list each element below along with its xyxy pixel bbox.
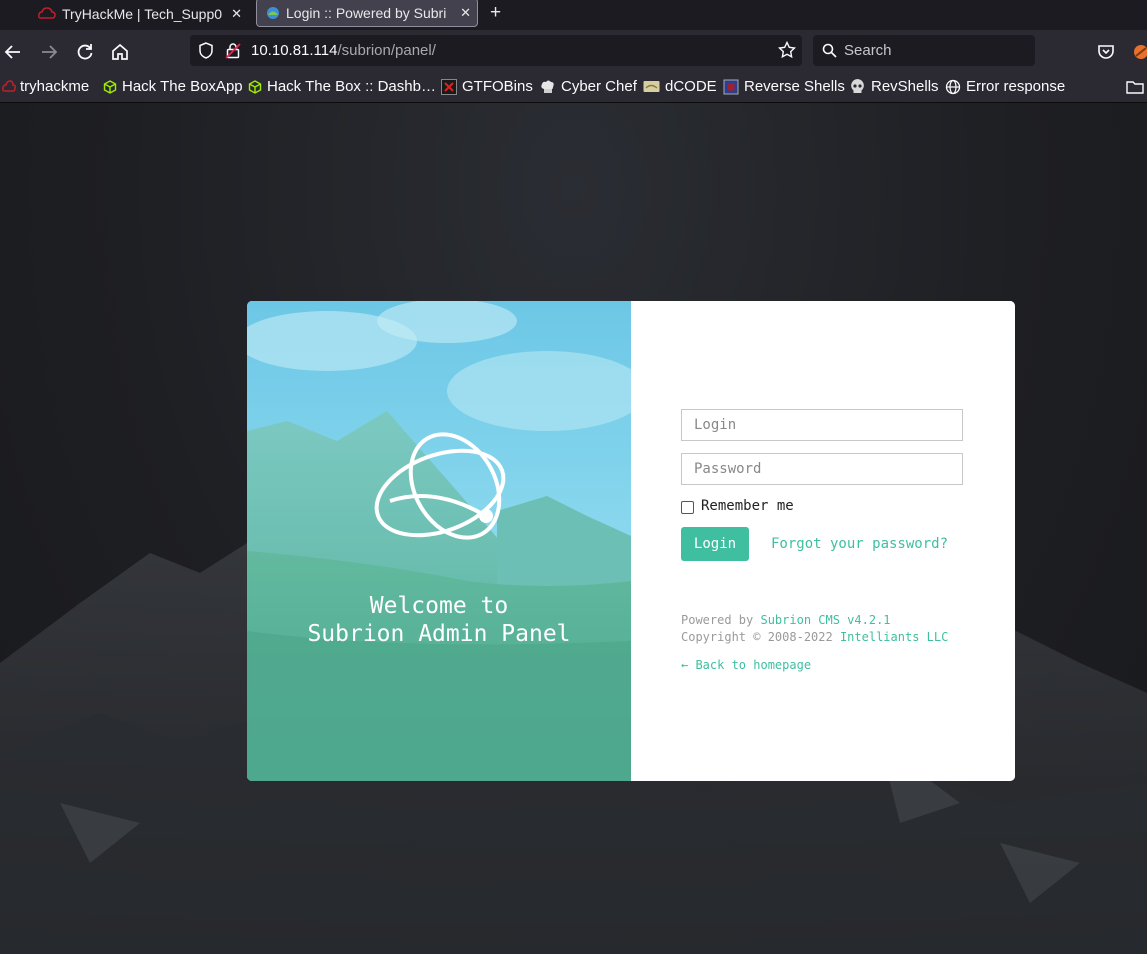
- bookmark-label: Reverse Shells: [744, 78, 845, 95]
- dcode-icon: [643, 81, 660, 92]
- reload-icon[interactable]: [75, 42, 95, 62]
- bookmark-label: Cyber Chef: [561, 78, 637, 95]
- forward-icon[interactable]: [39, 42, 59, 62]
- page-viewport: Welcome to Subrion Admin Panel Remember …: [0, 103, 1147, 954]
- bookmark-error-response[interactable]: Error response: [945, 78, 1065, 95]
- remember-me-label[interactable]: Remember me: [701, 498, 794, 514]
- copyright-text: Copyright © 2008-2022: [681, 630, 840, 644]
- other-bookmarks-folder-icon[interactable]: [1126, 79, 1144, 95]
- bookmark-star-icon[interactable]: [778, 41, 796, 59]
- url-host: 10.10.81.114: [251, 42, 338, 59]
- login-field[interactable]: [681, 409, 963, 441]
- address-bar[interactable]: 10.10.81.114/subrion/panel/: [190, 35, 802, 66]
- close-tab-icon[interactable]: ✕: [231, 6, 242, 22]
- login-form: Remember me Login Forgot your password? …: [631, 301, 1015, 781]
- bookmark-label: RevShells: [871, 78, 939, 95]
- powered-by-text: Powered by: [681, 613, 761, 627]
- bookmark-label: Error response: [966, 78, 1066, 95]
- home-icon[interactable]: [110, 42, 130, 62]
- insecure-lock-icon[interactable]: [225, 42, 241, 59]
- bookmark-reverse-shells[interactable]: Reverse Shells: [723, 78, 845, 95]
- extension-icon[interactable]: [1131, 42, 1147, 62]
- forgot-password-link[interactable]: Forgot your password?: [771, 536, 948, 552]
- bookmark-htb-app[interactable]: Hack The BoxApp: [103, 78, 243, 95]
- subrion-favicon-icon: [267, 6, 279, 19]
- bookmark-tryhackme[interactable]: tryhackme: [2, 78, 89, 95]
- tab-tryhackme[interactable]: TryHackMe | Tech_Supp0r ✕: [34, 0, 248, 28]
- login-card: Welcome to Subrion Admin Panel Remember …: [247, 301, 1015, 781]
- login-button[interactable]: Login: [681, 527, 749, 561]
- gtfobins-icon: [441, 78, 457, 95]
- welcome-hero-panel: Welcome to Subrion Admin Panel: [247, 301, 631, 781]
- welcome-heading-line2: Subrion Admin Panel: [307, 621, 571, 647]
- shell-icon: [723, 79, 739, 94]
- bookmark-revshells[interactable]: RevShells: [849, 78, 939, 95]
- tryhackme-icon: [2, 79, 16, 92]
- bookmark-label: dCODE: [665, 78, 717, 95]
- search-placeholder: Search: [844, 42, 892, 59]
- htb-cube-icon: [248, 79, 262, 94]
- remember-me-checkbox[interactable]: [681, 501, 694, 514]
- bookmark-cyberchef[interactable]: Cyber Chef: [540, 78, 637, 95]
- new-tab-button[interactable]: +: [490, 2, 501, 24]
- skull-icon: [851, 79, 864, 93]
- tryhackme-icon: [38, 7, 56, 19]
- copyright-line: Copyright © 2008-2022 Intelliants LLC: [681, 630, 948, 644]
- bookmark-label: tryhackme: [20, 78, 90, 95]
- bookmark-label: Hack The Box :: Dashb…: [267, 78, 436, 95]
- bookmark-dcode[interactable]: dCODE: [643, 78, 717, 95]
- url-path: /subrion/panel/: [337, 42, 436, 59]
- chef-hat-icon: [541, 80, 554, 93]
- password-field[interactable]: [681, 453, 963, 485]
- subrion-cms-link[interactable]: Subrion CMS v4.2.1: [760, 613, 890, 627]
- close-tab-icon[interactable]: ✕: [460, 5, 471, 21]
- bookmarks-toolbar: tryhackme Hack The BoxApp Hack The Box :…: [0, 72, 1147, 103]
- tab-bar: TryHackMe | Tech_Supp0r ✕ Login :: Power…: [0, 0, 1147, 30]
- globe-icon: [945, 79, 961, 94]
- search-bar[interactable]: Search: [813, 35, 1035, 66]
- tracking-protection-icon[interactable]: [198, 42, 214, 59]
- bookmark-gtfobins[interactable]: GTFOBins: [441, 78, 533, 95]
- bookmark-label: Hack The BoxApp: [122, 78, 243, 95]
- pocket-icon[interactable]: [1096, 42, 1116, 62]
- tab-title: Login :: Powered by Subrion: [286, 4, 446, 21]
- url-text: 10.10.81.114/subrion/panel/: [251, 42, 436, 59]
- back-to-homepage-row: ← Back to homepage: [681, 658, 811, 672]
- tab-subrion-login[interactable]: Login :: Powered by Subrion ✕: [256, 0, 478, 27]
- back-to-homepage-link[interactable]: ← Back to homepage: [681, 658, 811, 672]
- bookmark-label: GTFOBins: [462, 78, 533, 95]
- powered-by-line: Powered by Subrion CMS v4.2.1: [681, 613, 891, 627]
- search-icon: [822, 43, 837, 58]
- tab-title: TryHackMe | Tech_Supp0r: [62, 6, 222, 22]
- welcome-heading-line1: Welcome to: [369, 593, 509, 619]
- bookmark-htb-dashboard[interactable]: Hack The Box :: Dashb…: [248, 78, 436, 95]
- htb-cube-icon: [103, 79, 117, 94]
- intelliants-link[interactable]: Intelliants LLC: [840, 630, 948, 644]
- subrion-logo-icon: [374, 432, 506, 540]
- back-icon[interactable]: [3, 42, 23, 62]
